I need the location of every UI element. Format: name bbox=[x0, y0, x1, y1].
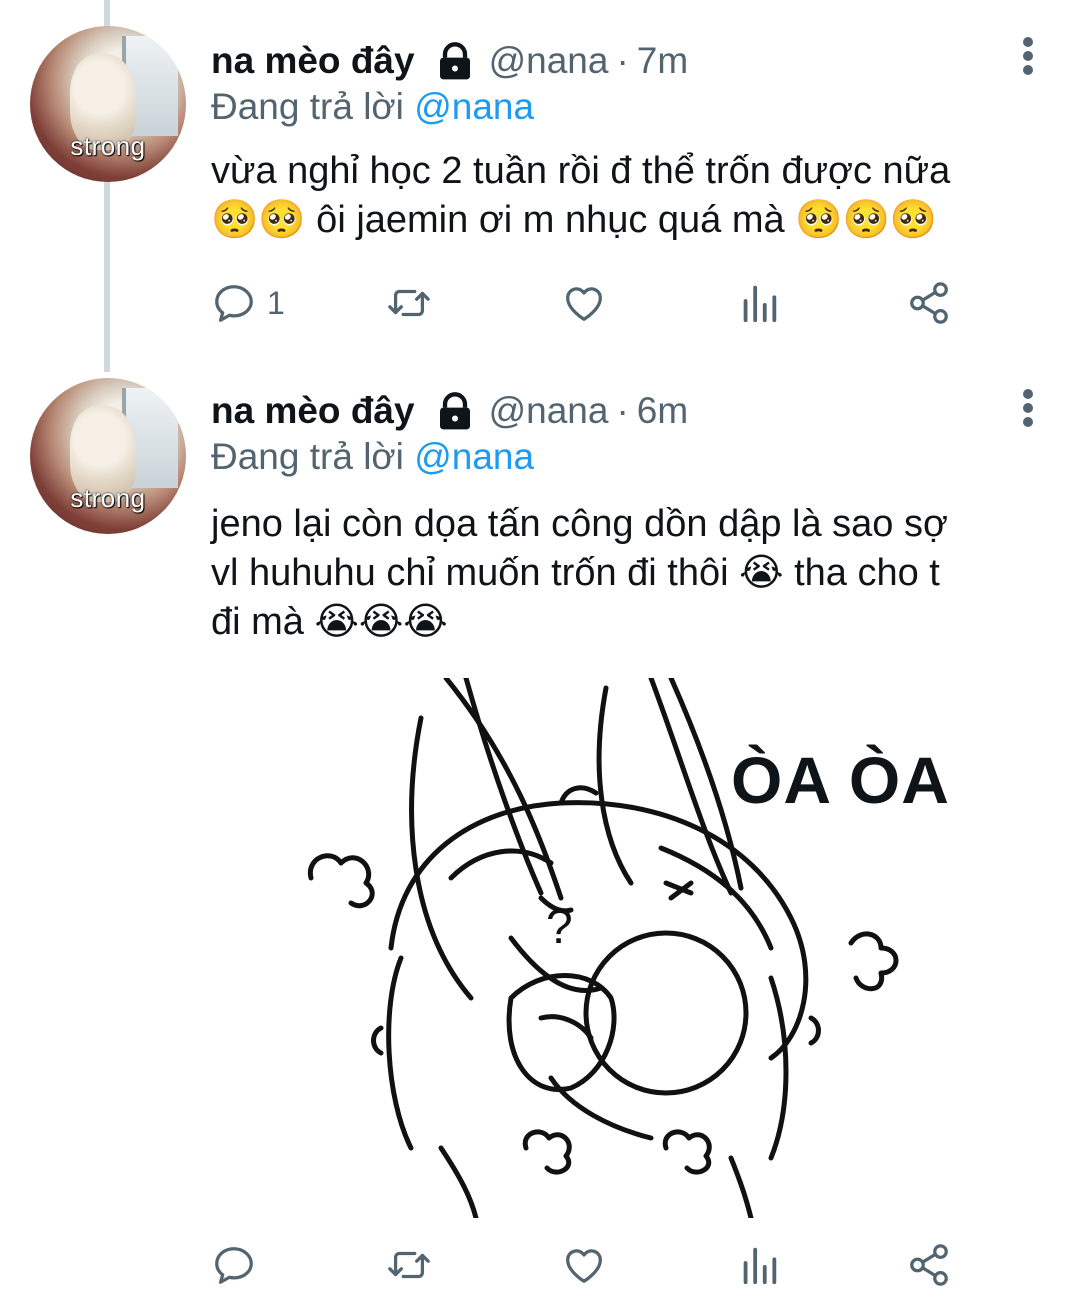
tweet-actions: 1 bbox=[211, 280, 971, 330]
retweet-button[interactable] bbox=[386, 280, 432, 326]
tweet-2[interactable]: strong na mèo đây @nana · 6m Đang trả lờ… bbox=[0, 350, 1080, 1306]
tweet-text-line: đi mà 😭😭😭 bbox=[211, 601, 448, 643]
analytics-icon bbox=[743, 1247, 777, 1285]
replying-to-prefix: Đang trả lời bbox=[211, 86, 404, 127]
share-button[interactable] bbox=[906, 280, 952, 326]
tweet-header: na mèo đây @nana · 7m bbox=[211, 36, 1000, 86]
tweet-text-line: vừa nghỉ học 2 tuần rồi đ thể trốn được … bbox=[211, 150, 951, 192]
reply-button[interactable] bbox=[211, 1242, 267, 1288]
replying-to: Đang trả lời @nana bbox=[211, 436, 534, 478]
tweet-actions bbox=[211, 1242, 971, 1292]
retweet-button[interactable] bbox=[386, 1242, 432, 1288]
avatar[interactable]: strong bbox=[30, 378, 186, 534]
tweet-media-image[interactable]: ? ÒA ÒA bbox=[211, 675, 1041, 1221]
author-name[interactable]: na mèo đây bbox=[211, 390, 415, 432]
tweet-header: na mèo đây @nana · 6m bbox=[211, 386, 1000, 436]
like-button[interactable] bbox=[561, 1242, 607, 1288]
like-icon bbox=[566, 287, 602, 321]
reply-icon bbox=[215, 1247, 253, 1284]
author-handle[interactable]: @nana bbox=[489, 40, 609, 82]
replying-to-mention[interactable]: @nana bbox=[414, 86, 534, 127]
separator-dot: · bbox=[616, 40, 629, 81]
svg-text:?: ? bbox=[546, 901, 573, 954]
avatar[interactable]: strong bbox=[30, 26, 186, 182]
share-button[interactable] bbox=[906, 1242, 952, 1288]
retweet-icon bbox=[388, 1251, 430, 1279]
author-handle[interactable]: @nana bbox=[489, 390, 609, 432]
tweet-text-line: 🥺🥺 ôi jaemin ơi m nhục quá mà 🥺🥺🥺 bbox=[211, 199, 938, 241]
tweet-text-line: jeno lại còn dọa tấn công dồn dập là sao… bbox=[211, 503, 948, 545]
avatar-caption: strong bbox=[70, 483, 146, 513]
like-icon bbox=[566, 1249, 602, 1283]
share-icon bbox=[910, 1244, 948, 1286]
analytics-button[interactable] bbox=[736, 280, 782, 326]
share-icon bbox=[910, 282, 948, 324]
replying-to-prefix: Đang trả lời bbox=[211, 436, 404, 477]
author-name[interactable]: na mèo đây bbox=[211, 40, 415, 82]
lock-icon bbox=[439, 42, 470, 80]
avatar-caption: strong bbox=[70, 131, 146, 161]
tweet-time[interactable]: 6m bbox=[637, 390, 688, 432]
replying-to: Đang trả lời @nana bbox=[211, 86, 534, 128]
more-options-icon[interactable] bbox=[1020, 36, 1036, 76]
retweet-icon bbox=[388, 289, 430, 317]
tweet-time[interactable]: 7m bbox=[637, 40, 688, 82]
analytics-icon bbox=[743, 285, 777, 323]
reply-count: 1 bbox=[267, 284, 285, 321]
lock-icon bbox=[439, 392, 470, 430]
replying-to-mention[interactable]: @nana bbox=[414, 436, 534, 477]
separator-dot: · bbox=[616, 390, 629, 431]
tweet-1[interactable]: strong na mèo đây @nana · 7m Đang trả lờ… bbox=[0, 0, 1080, 372]
media-caption-text: ÒA ÒA bbox=[731, 743, 950, 817]
more-options-icon[interactable] bbox=[1020, 388, 1036, 428]
analytics-button[interactable] bbox=[736, 1242, 782, 1288]
tweet-text: vừa nghỉ học 2 tuần rồi đ thể trốn được … bbox=[211, 147, 1041, 245]
reply-button[interactable]: 1 bbox=[211, 280, 285, 326]
tweet-text-line: vl huhuhu chỉ muốn trốn đi thôi 😭 tha ch… bbox=[211, 552, 940, 594]
like-button[interactable] bbox=[561, 280, 607, 326]
tweet-text: jeno lại còn dọa tấn công dồn dập là sao… bbox=[211, 500, 1041, 647]
reply-icon bbox=[215, 285, 253, 322]
